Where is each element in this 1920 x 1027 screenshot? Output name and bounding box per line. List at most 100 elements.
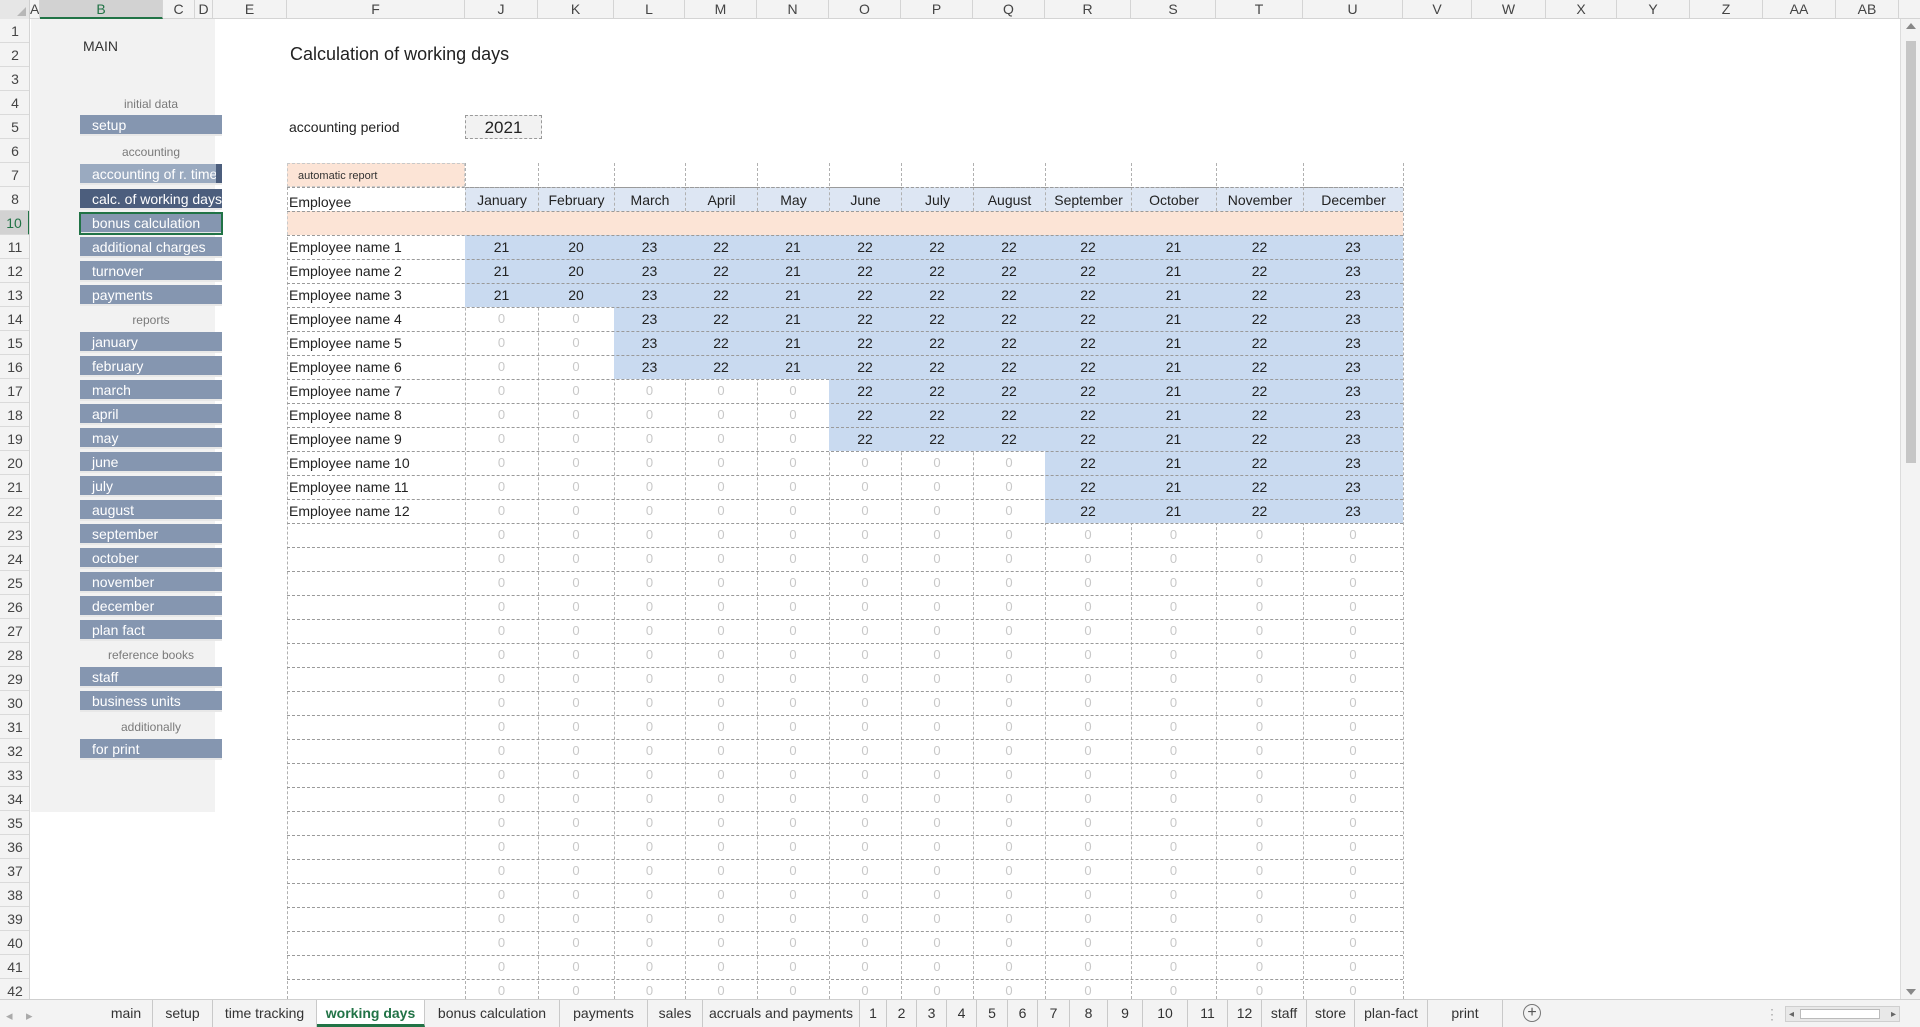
working-days-cell[interactable]: 22 <box>1216 451 1303 475</box>
working-days-cell[interactable]: 22 <box>685 307 757 331</box>
row-header-42[interactable]: 42 <box>0 979 29 999</box>
nav-button-bonus-calculation[interactable]: bonus calculation <box>79 212 223 235</box>
nav-button-september[interactable]: september <box>80 524 222 545</box>
column-header-n[interactable]: N <box>757 0 829 19</box>
sheet-tab-12[interactable]: 12 <box>1228 1000 1262 1027</box>
tab-scroll-right-icon[interactable]: ▸ <box>26 1008 33 1024</box>
tab-splitter-icon[interactable]: ⋮ <box>1765 1006 1779 1023</box>
empty-cell[interactable]: 0 <box>973 763 1045 787</box>
nav-button-staff[interactable]: staff <box>80 667 222 688</box>
empty-cell[interactable]: 0 <box>973 547 1045 571</box>
empty-cell[interactable]: 0 <box>1045 763 1131 787</box>
empty-cell[interactable]: 0 <box>757 691 829 715</box>
empty-cell[interactable]: 0 <box>973 811 1045 835</box>
working-days-cell[interactable]: 22 <box>1045 331 1131 355</box>
working-days-cell[interactable]: 21 <box>757 259 829 283</box>
empty-cell[interactable]: 0 <box>757 571 829 595</box>
sheet-tab-4[interactable]: 4 <box>947 1000 977 1027</box>
column-header-t[interactable]: T <box>1216 0 1303 19</box>
empty-cell[interactable]: 0 <box>1303 715 1403 739</box>
empty-cell[interactable]: 0 <box>973 619 1045 643</box>
empty-cell[interactable]: 0 <box>901 907 973 931</box>
working-days-cell[interactable]: 22 <box>973 283 1045 307</box>
working-days-cell[interactable]: 22 <box>829 283 901 307</box>
empty-cell[interactable]: 0 <box>757 715 829 739</box>
row-header-12[interactable]: 12 <box>0 259 29 283</box>
empty-cell[interactable]: 0 <box>685 691 757 715</box>
empty-cell[interactable]: 0 <box>973 859 1045 883</box>
column-header-b[interactable]: B <box>40 0 163 19</box>
empty-cell[interactable]: 0 <box>1216 595 1303 619</box>
working-days-cell[interactable]: 0 <box>538 475 614 499</box>
empty-cell[interactable]: 0 <box>757 811 829 835</box>
empty-cell[interactable]: 0 <box>829 763 901 787</box>
working-days-cell[interactable]: 0 <box>973 499 1045 523</box>
empty-cell[interactable]: 0 <box>1131 811 1216 835</box>
vertical-scrollbar[interactable] <box>1900 19 1920 999</box>
row-header-3[interactable]: 3 <box>0 67 29 91</box>
empty-cell[interactable]: 0 <box>757 763 829 787</box>
empty-cell[interactable]: 0 <box>1045 835 1131 859</box>
working-days-cell[interactable]: 22 <box>1045 475 1131 499</box>
working-days-cell[interactable]: 0 <box>685 499 757 523</box>
row-header-16[interactable]: 16 <box>0 355 29 379</box>
empty-cell[interactable]: 0 <box>465 547 538 571</box>
nav-button-business-units[interactable]: business units <box>80 691 222 712</box>
empty-cell[interactable]: 0 <box>538 811 614 835</box>
column-header-a[interactable]: A <box>30 0 40 19</box>
working-days-cell[interactable]: 0 <box>538 403 614 427</box>
empty-cell[interactable]: 0 <box>685 643 757 667</box>
scroll-up-arrow-icon[interactable] <box>1906 23 1916 29</box>
row-header-29[interactable]: 29 <box>0 667 29 691</box>
empty-cell[interactable]: 0 <box>1216 739 1303 763</box>
empty-cell[interactable]: 0 <box>1303 955 1403 979</box>
column-header-d[interactable]: D <box>195 0 213 19</box>
empty-cell[interactable]: 0 <box>1045 595 1131 619</box>
empty-cell[interactable]: 0 <box>614 859 685 883</box>
empty-cell[interactable]: 0 <box>1216 643 1303 667</box>
working-days-cell[interactable]: 21 <box>465 283 538 307</box>
column-header-s[interactable]: S <box>1131 0 1216 19</box>
working-days-cell[interactable]: 22 <box>973 355 1045 379</box>
horizontal-scrollbar[interactable]: ◂ ▸ <box>1785 1006 1900 1022</box>
working-days-cell[interactable]: 23 <box>1303 499 1403 523</box>
empty-cell[interactable]: 0 <box>901 955 973 979</box>
working-days-cell[interactable]: 22 <box>829 331 901 355</box>
sheet-tab-print[interactable]: print <box>1428 1000 1503 1027</box>
nav-button-march[interactable]: march <box>80 380 222 401</box>
column-header-z[interactable]: Z <box>1690 0 1763 19</box>
empty-cell[interactable]: 0 <box>685 883 757 907</box>
row-header-21[interactable]: 21 <box>0 475 29 499</box>
empty-cell[interactable]: 0 <box>829 547 901 571</box>
working-days-cell[interactable]: 0 <box>465 403 538 427</box>
working-days-cell[interactable]: 0 <box>901 475 973 499</box>
working-days-cell[interactable]: 0 <box>757 475 829 499</box>
working-days-cell[interactable]: 23 <box>614 259 685 283</box>
empty-cell[interactable]: 0 <box>1216 763 1303 787</box>
working-days-cell[interactable]: 21 <box>1131 403 1216 427</box>
working-days-cell[interactable]: 0 <box>614 475 685 499</box>
working-days-cell[interactable]: 0 <box>757 403 829 427</box>
empty-cell[interactable]: 0 <box>1045 883 1131 907</box>
row-header-40[interactable]: 40 <box>0 931 29 955</box>
empty-cell[interactable]: 0 <box>538 619 614 643</box>
sheet-tab-10[interactable]: 10 <box>1143 1000 1188 1027</box>
row-header-15[interactable]: 15 <box>0 331 29 355</box>
empty-cell[interactable]: 0 <box>757 739 829 763</box>
working-days-cell[interactable]: 21 <box>465 235 538 259</box>
sheet-tab-sales[interactable]: sales <box>648 1000 703 1027</box>
working-days-cell[interactable]: 22 <box>1216 499 1303 523</box>
empty-cell[interactable]: 0 <box>1045 547 1131 571</box>
empty-cell[interactable]: 0 <box>757 619 829 643</box>
empty-cell[interactable]: 0 <box>538 763 614 787</box>
empty-cell[interactable]: 0 <box>1216 955 1303 979</box>
accounting-period-input[interactable]: 2021 <box>465 115 542 139</box>
empty-cell[interactable]: 0 <box>901 691 973 715</box>
empty-cell[interactable]: 0 <box>1303 667 1403 691</box>
empty-cell[interactable]: 0 <box>538 787 614 811</box>
column-header-o[interactable]: O <box>829 0 901 19</box>
working-days-cell[interactable]: 22 <box>1045 235 1131 259</box>
working-days-cell[interactable]: 23 <box>1303 403 1403 427</box>
column-header-k[interactable]: K <box>538 0 614 19</box>
working-days-cell[interactable]: 23 <box>1303 451 1403 475</box>
